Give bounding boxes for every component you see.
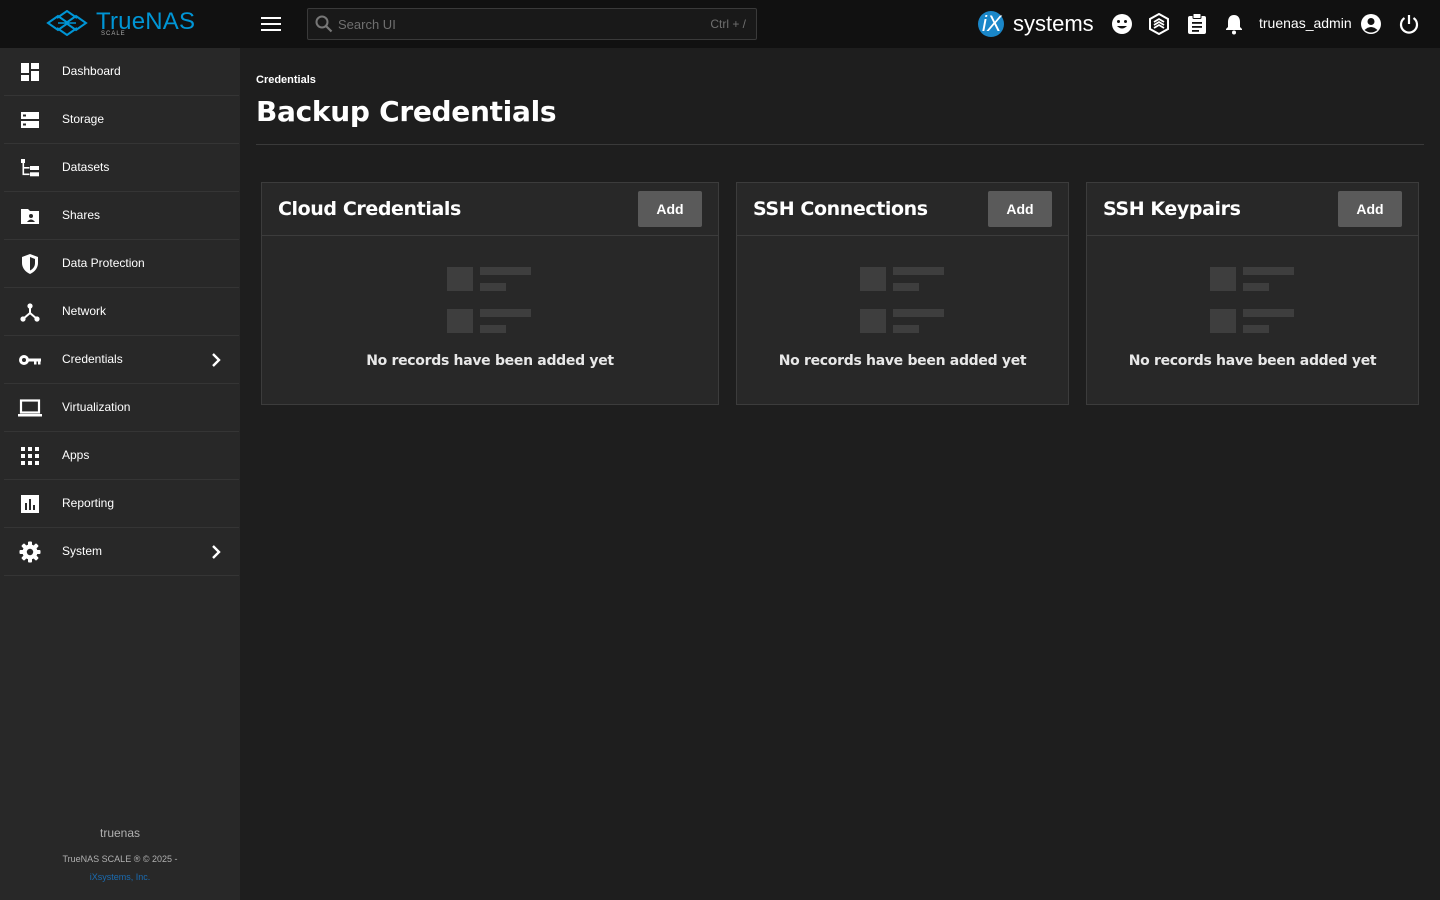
apps-grid-icon bbox=[18, 444, 42, 468]
search-icon bbox=[315, 15, 333, 33]
hamburger-menu-icon[interactable] bbox=[258, 12, 284, 36]
add-ssh-keypair-button[interactable]: Add bbox=[1338, 191, 1402, 227]
breadcrumb[interactable]: Credentials bbox=[256, 74, 316, 86]
brand-edition: SCALE bbox=[101, 31, 126, 37]
sidebar-item-network[interactable]: Network bbox=[4, 288, 239, 336]
company-link[interactable]: iXsystems, Inc. bbox=[0, 872, 240, 882]
sidebar-item-virtualization[interactable]: Virtualization bbox=[4, 384, 239, 432]
sidebar-item-dashboard[interactable]: Dashboard bbox=[4, 48, 239, 96]
username[interactable]: truenas_admin bbox=[1259, 15, 1352, 31]
card-title: SSH Connections bbox=[753, 198, 928, 220]
copyright-text: TrueNAS SCALE ® © 2025 - bbox=[62, 854, 178, 864]
sidebar-item-data-protection[interactable]: Data Protection bbox=[4, 240, 239, 288]
empty-list-icon bbox=[860, 267, 944, 333]
ixsystems-logo-prefix: iX bbox=[982, 11, 1002, 36]
empty-state-text: No records have been added yet bbox=[1128, 353, 1377, 369]
reporting-chart-icon bbox=[18, 492, 42, 516]
search-input[interactable] bbox=[338, 9, 698, 39]
shares-folder-icon bbox=[18, 204, 42, 228]
feedback-icon[interactable] bbox=[1110, 12, 1134, 36]
cloud-credentials-card: Cloud Credentials Add No records have be… bbox=[261, 182, 719, 405]
shield-icon bbox=[18, 252, 42, 276]
empty-state-text: No records have been added yet bbox=[366, 353, 614, 369]
truenas-logo-mark-icon bbox=[46, 10, 88, 36]
laptop-icon bbox=[18, 396, 42, 420]
sidebar-item-label: Dashboard bbox=[62, 64, 121, 78]
key-icon bbox=[18, 348, 42, 372]
sidebar-item-label: Shares bbox=[62, 208, 101, 222]
power-icon[interactable] bbox=[1397, 12, 1421, 36]
network-hub-icon bbox=[18, 300, 42, 324]
account-circle-icon[interactable] bbox=[1359, 12, 1383, 36]
title-divider bbox=[256, 144, 1424, 145]
sidebar-item-label: Virtualization bbox=[62, 400, 131, 414]
chevron-right-icon bbox=[204, 540, 228, 564]
sidebar-item-label: Reporting bbox=[62, 496, 115, 510]
truecommand-icon[interactable] bbox=[1147, 12, 1171, 36]
sidebar-item-datasets[interactable]: Datasets bbox=[4, 144, 239, 192]
empty-list-icon bbox=[1210, 267, 1294, 333]
sidebar-item-credentials[interactable]: Credentials bbox=[4, 336, 239, 384]
chevron-right-icon bbox=[204, 348, 228, 372]
card-header: Cloud Credentials Add bbox=[262, 183, 718, 236]
top-bar: TrueNAS SCALE Ctrl + / iX systems truena… bbox=[0, 0, 1440, 48]
truenas-logo[interactable]: TrueNAS SCALE bbox=[46, 6, 206, 42]
sidebar-item-label: Apps bbox=[62, 448, 90, 462]
sidebar-item-apps[interactable]: Apps bbox=[4, 432, 239, 480]
sidebar: Dashboard Storage Datasets Shares Data P… bbox=[0, 48, 240, 900]
add-cloud-credential-button[interactable]: Add bbox=[638, 191, 702, 227]
ixsystems-logo[interactable]: iX systems bbox=[978, 8, 1094, 40]
card-header: SSH Keypairs Add bbox=[1087, 183, 1418, 236]
search-shortcut-hint: Ctrl + / bbox=[710, 17, 746, 31]
ixsystems-logo-text: systems bbox=[1013, 11, 1094, 36]
ssh-connections-card: SSH Connections Add No records have been… bbox=[736, 182, 1069, 405]
sidebar-item-label: Network bbox=[62, 304, 107, 318]
ssh-keypairs-card: SSH Keypairs Add No records have been ad… bbox=[1086, 182, 1419, 405]
sidebar-item-label: Data Protection bbox=[62, 256, 145, 270]
notifications-bell-icon[interactable] bbox=[1222, 12, 1246, 36]
search-box[interactable]: Ctrl + / bbox=[307, 8, 757, 40]
gear-icon bbox=[18, 540, 42, 564]
sidebar-item-shares[interactable]: Shares bbox=[4, 192, 239, 240]
hostname: truenas bbox=[99, 826, 141, 840]
card-title: Cloud Credentials bbox=[278, 198, 461, 220]
sidebar-item-label: Credentials bbox=[62, 352, 123, 366]
datasets-tree-icon bbox=[18, 156, 42, 180]
empty-state-text: No records have been added yet bbox=[778, 353, 1027, 369]
card-title: SSH Keypairs bbox=[1103, 198, 1241, 220]
card-header: SSH Connections Add bbox=[737, 183, 1068, 236]
sidebar-item-system[interactable]: System bbox=[4, 528, 239, 576]
add-ssh-connection-button[interactable]: Add bbox=[988, 191, 1052, 227]
storage-icon bbox=[18, 108, 42, 132]
empty-list-icon bbox=[447, 267, 531, 333]
dashboard-icon bbox=[18, 60, 42, 84]
page-title: Backup Credentials bbox=[256, 95, 557, 128]
sidebar-item-reporting[interactable]: Reporting bbox=[4, 480, 239, 528]
sidebar-item-storage[interactable]: Storage bbox=[4, 96, 239, 144]
sidebar-item-label: System bbox=[62, 544, 103, 558]
jobs-clipboard-icon[interactable] bbox=[1185, 12, 1209, 36]
sidebar-item-label: Storage bbox=[62, 112, 105, 126]
sidebar-item-label: Datasets bbox=[62, 160, 110, 174]
